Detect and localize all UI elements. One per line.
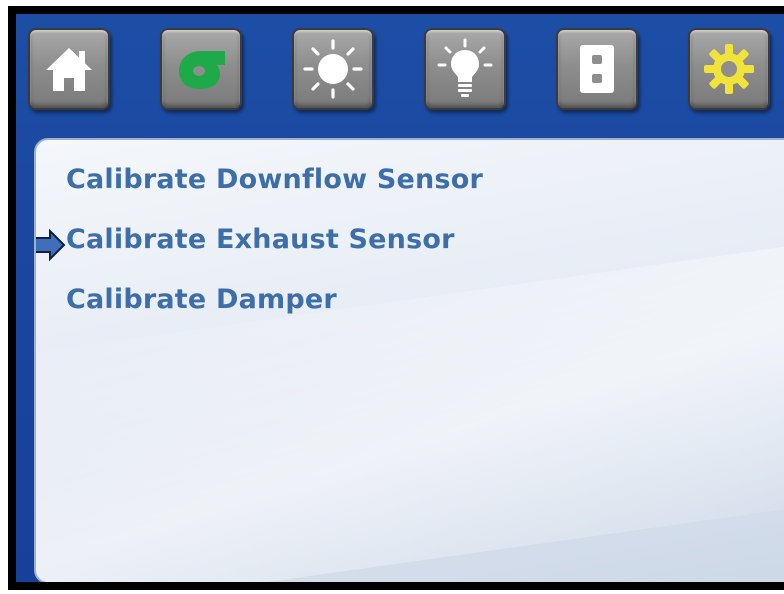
device-screen: Calibrate Downflow Sensor Calibrate Exha… xyxy=(16,14,784,582)
light-button[interactable] xyxy=(424,28,506,110)
home-button[interactable] xyxy=(28,28,110,110)
menu-panel: Calibrate Downflow Sensor Calibrate Exha… xyxy=(34,138,784,582)
sun-icon xyxy=(303,39,363,99)
sun-button[interactable] xyxy=(292,28,374,110)
menu-item-calibrate-downflow-sensor[interactable]: Calibrate Downflow Sensor xyxy=(66,164,483,195)
outlet-icon xyxy=(580,45,614,93)
blower-fan-icon xyxy=(179,51,225,89)
outlet-button[interactable] xyxy=(556,28,638,110)
home-icon xyxy=(46,48,92,91)
menu-item-calibrate-exhaust-sensor[interactable]: Calibrate Exhaust Sensor xyxy=(66,224,455,255)
blower-button[interactable] xyxy=(160,28,242,110)
settings-button[interactable] xyxy=(688,28,770,110)
right-arrow-icon xyxy=(36,228,66,262)
menu-item-calibrate-damper[interactable]: Calibrate Damper xyxy=(66,284,337,315)
light-bulb-icon xyxy=(437,38,493,97)
toolbar xyxy=(16,14,784,124)
gear-icon xyxy=(704,44,754,94)
